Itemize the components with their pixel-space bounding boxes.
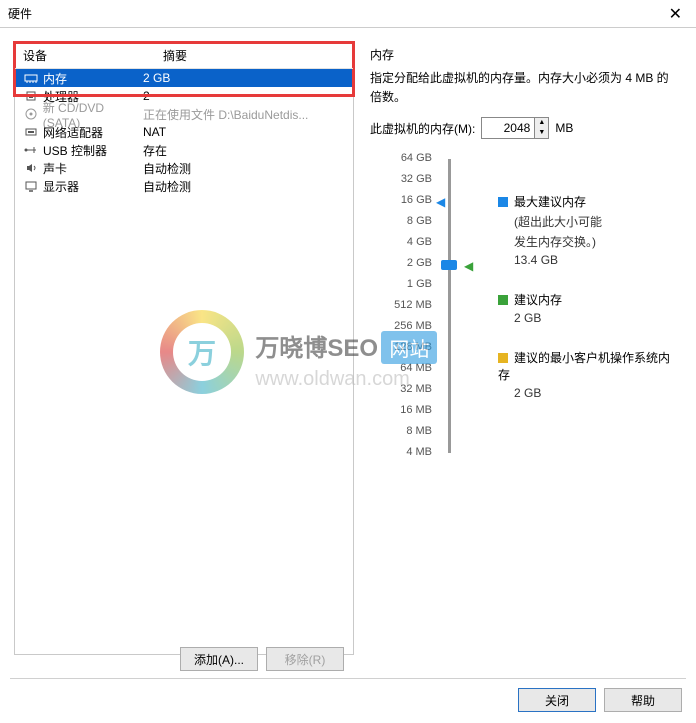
memory-input-label: 此虚拟机的内存(M):: [370, 120, 475, 137]
row-summary: NAT: [143, 125, 353, 139]
list-row-cddvd[interactable]: 新 CD/DVD (SATA) 正在使用文件 D:\BaiduNetdis...: [15, 105, 353, 123]
row-name: 显示器: [43, 178, 79, 195]
memory-input-row: 此虚拟机的内存(M): ▲▼ MB: [370, 117, 672, 153]
list-row-nic[interactable]: 网络适配器 NAT: [15, 123, 353, 141]
row-summary: 2: [143, 89, 353, 103]
footer-divider: [10, 678, 686, 679]
slider-thumb[interactable]: [441, 260, 457, 270]
row-summary: 正在使用文件 D:\BaiduNetdis...: [143, 106, 353, 123]
close-icon[interactable]: ✕: [663, 4, 688, 24]
row-summary: 自动检测: [143, 178, 353, 195]
main-content: 设备 摘要 内存 2 GB 处理器 2 新 CD/DVD (SATA) 正在使用…: [0, 28, 696, 663]
slider-track[interactable]: ◀ ◀ ◀: [440, 153, 470, 463]
section-title: 内存: [370, 42, 672, 69]
row-summary: 自动检测: [143, 160, 353, 177]
memory-spinbox[interactable]: ▲▼: [481, 117, 549, 139]
titlebar: 硬件 ✕: [0, 0, 696, 28]
legend-min-swatch: [498, 353, 508, 363]
list-row-memory[interactable]: 内存 2 GB: [15, 69, 353, 87]
legend-max-swatch: [498, 197, 508, 207]
slider-legend: 最大建议内存 (超出此大小可能 发生内存交换。) 13.4 GB 建议内存 2 …: [470, 153, 672, 463]
legend-rec: 建议内存 2 GB: [498, 291, 672, 325]
header-summary[interactable]: 摘要: [163, 47, 353, 64]
nic-icon: [23, 126, 39, 138]
list-row-display[interactable]: 显示器 自动检测: [15, 177, 353, 195]
memory-unit: MB: [555, 121, 573, 135]
slider-ticks: 64 GB 32 GB 16 GB 8 GB 4 GB 2 GB 1 GB 51…: [370, 153, 440, 463]
help-button[interactable]: 帮助: [604, 688, 682, 712]
list-row-usb[interactable]: USB 控制器 存在: [15, 141, 353, 159]
marker-rec-icon: ◀: [464, 259, 473, 273]
window-title: 硬件: [8, 5, 663, 22]
list-buttons: 添加(A)... 移除(R): [180, 647, 344, 671]
spin-buttons[interactable]: ▲▼: [534, 118, 548, 138]
usb-icon: [23, 144, 39, 156]
header-device[interactable]: 设备: [23, 47, 163, 64]
sound-icon: [23, 162, 39, 174]
list-row-sound[interactable]: 声卡 自动检测: [15, 159, 353, 177]
list-header: 设备 摘要: [15, 43, 353, 69]
detail-panel: 内存 指定分配给此虚拟机的内存量。内存大小必须为 4 MB 的倍数。 此虚拟机的…: [354, 42, 682, 655]
marker-max-icon: ◀: [436, 195, 445, 209]
legend-min: 建议的最小客户机操作系统内存 2 GB: [498, 349, 672, 400]
memory-input[interactable]: [482, 118, 534, 138]
section-desc: 指定分配给此虚拟机的内存量。内存大小必须为 4 MB 的倍数。: [370, 69, 672, 117]
row-name: 网络适配器: [43, 124, 103, 141]
row-name: USB 控制器: [43, 142, 107, 159]
slider-line: [448, 159, 451, 453]
legend-max: 最大建议内存 (超出此大小可能 发生内存交换。) 13.4 GB: [498, 193, 672, 267]
row-summary: 存在: [143, 142, 353, 159]
row-name: 内存: [43, 70, 67, 87]
close-button[interactable]: 关闭: [518, 688, 596, 712]
remove-button: 移除(R): [266, 647, 344, 671]
hardware-list: 设备 摘要 内存 2 GB 处理器 2 新 CD/DVD (SATA) 正在使用…: [14, 42, 354, 655]
footer-buttons: 关闭 帮助: [518, 688, 682, 712]
row-name: 声卡: [43, 160, 67, 177]
memory-slider-area: 64 GB 32 GB 16 GB 8 GB 4 GB 2 GB 1 GB 51…: [370, 153, 672, 463]
memory-icon: [23, 72, 39, 84]
legend-rec-swatch: [498, 295, 508, 305]
add-button[interactable]: 添加(A)...: [180, 647, 258, 671]
row-summary: 2 GB: [143, 71, 353, 85]
display-icon: [23, 180, 39, 192]
disc-icon: [23, 108, 39, 120]
